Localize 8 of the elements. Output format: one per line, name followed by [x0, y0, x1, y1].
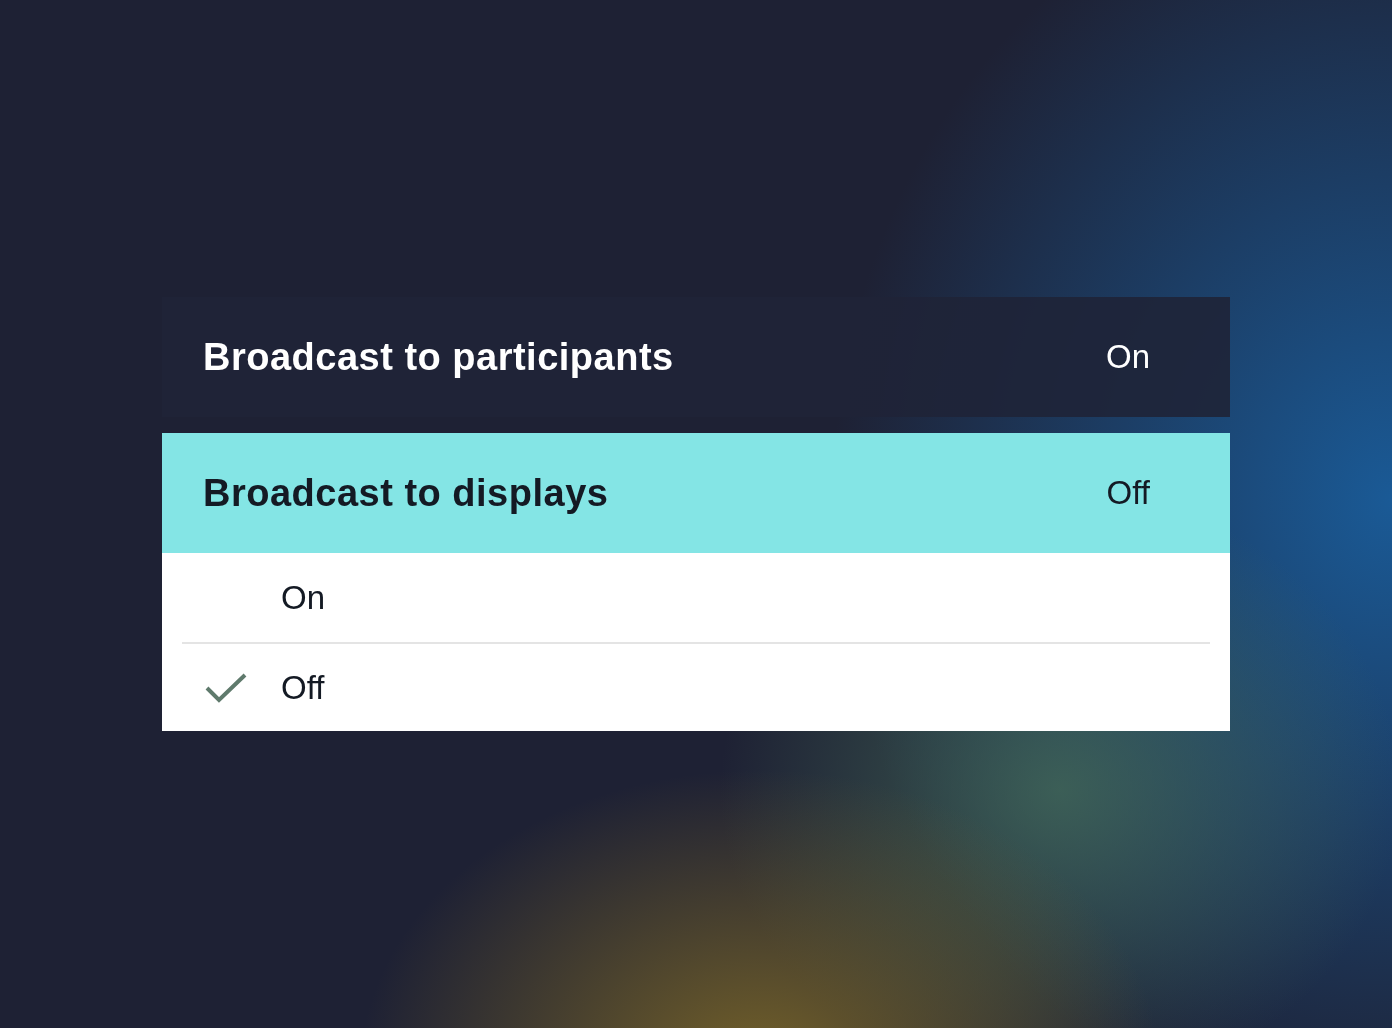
- setting-label: Broadcast to displays: [203, 471, 609, 516]
- setting-row[interactable]: Broadcast to displays Off: [162, 433, 1230, 553]
- dropdown-option[interactable]: On: [182, 553, 1210, 642]
- check-icon: [205, 672, 247, 703]
- setting-value: Off: [1106, 473, 1150, 513]
- setting-value: On: [1105, 337, 1150, 377]
- setting-label: Broadcast to participants: [203, 335, 674, 380]
- dropdown-option[interactable]: Off: [182, 642, 1210, 731]
